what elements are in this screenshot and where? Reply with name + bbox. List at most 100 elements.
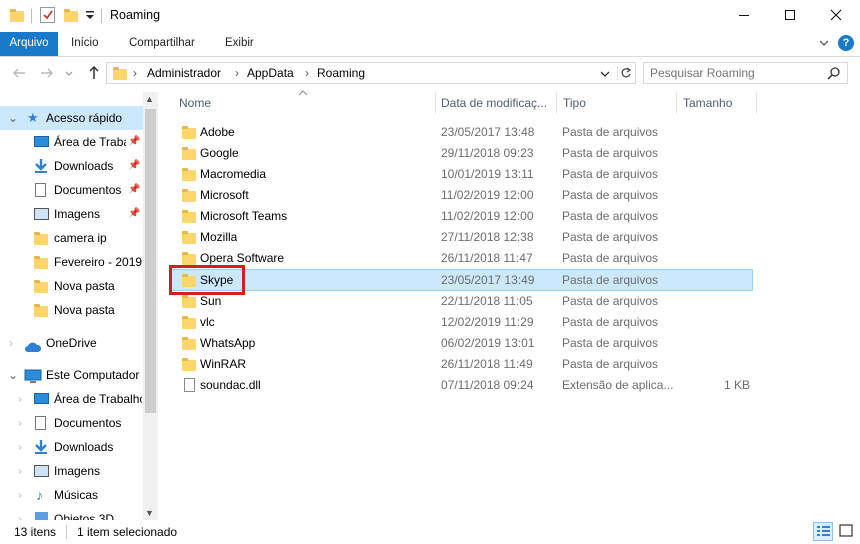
nav-pc-3d-objects[interactable]: › Objetos 3D [0,507,143,520]
file-row-opera-software[interactable]: Opera Software 26/11/2018 11:47 Pasta de… [170,248,753,269]
folder-icon [182,168,196,181]
nav-pc-desktop[interactable]: › Área de Trabalho [0,387,143,411]
music-note-icon: ♪ [36,487,43,503]
nav-item-documents[interactable]: Documentos 📌 [0,178,143,202]
close-button[interactable] [813,0,859,30]
nav-pc-documents[interactable]: › Documentos [0,411,143,435]
scrollbar-thumb[interactable] [145,109,156,413]
folder-icon [182,295,196,308]
breadcrumb-administrador[interactable]: Administrador [147,63,221,83]
folder-icon [182,126,196,139]
back-button[interactable] [10,64,28,82]
nav-item-label: Imagens [54,207,101,221]
nav-pc-music[interactable]: › ♪ Músicas [0,483,143,507]
nav-item-nova-pasta-2[interactable]: Nova pasta [0,298,143,322]
search-input[interactable] [650,65,820,81]
tab-home[interactable]: Início [62,32,108,56]
minimize-button[interactable] [721,0,767,30]
nav-item-desktop[interactable]: Área de Traba 📌 [0,130,143,154]
column-divider[interactable] [676,92,677,114]
column-divider[interactable] [435,92,436,114]
cloud-icon [24,337,42,355]
recent-locations-icon[interactable] [64,68,74,78]
collapse-chevron-icon[interactable]: ⌄ [8,363,18,387]
address-dropdown-icon[interactable] [599,68,611,80]
column-date-header[interactable]: Data de modificaç... [441,92,553,114]
pin-icon[interactable]: 📌 [128,202,140,226]
file-row-microsoft[interactable]: Microsoft 11/02/2019 12:00 Pasta de arqu… [170,185,753,206]
file-row-winrar[interactable]: WinRAR 26/11/2018 11:49 Pasta de arquivo… [170,354,753,375]
tab-share[interactable]: Compartilhar [120,32,204,56]
file-row-whatsapp[interactable]: WhatsApp 06/02/2019 13:01 Pasta de arqui… [170,333,753,354]
expand-chevron-icon[interactable]: › [18,507,22,520]
tab-file[interactable]: Arquivo [0,32,58,56]
collapse-chevron-icon[interactable]: ⌄ [8,106,18,130]
file-row-mozilla[interactable]: Mozilla 27/11/2018 12:38 Pasta de arquiv… [170,227,753,248]
refresh-icon[interactable] [617,66,632,80]
file-row-soundac-dll[interactable]: soundac.dll 07/11/2018 09:24 Extensão de… [170,375,753,396]
file-date: 07/11/2018 09:24 [441,378,534,392]
scroll-up-icon[interactable]: ▲ [145,94,154,104]
file-row-vlc[interactable]: vlc 12/02/2019 11:29 Pasta de arquivos [170,312,753,333]
column-type-header[interactable]: Tipo [563,92,673,114]
nav-pc-pictures[interactable]: › Imagens [0,459,143,483]
folder-icon [113,67,127,80]
nav-item-label: Objetos 3D [54,512,115,520]
file-row-google[interactable]: Google 29/11/2018 09:23 Pasta de arquivo… [170,143,753,164]
nav-item-fevereiro[interactable]: Fevereiro - 2019 [0,250,143,274]
file-name: vlc [200,315,215,329]
tab-view[interactable]: Exibir [216,32,263,56]
search-box[interactable] [643,62,848,84]
new-folder-icon[interactable] [64,8,78,24]
details-view-icon[interactable] [813,522,833,541]
file-row-sun[interactable]: Sun 22/11/2018 11:05 Pasta de arquivos [170,291,753,312]
expand-chevron-icon[interactable]: › [18,411,22,435]
column-divider[interactable] [756,92,757,114]
quick-access-folder-icon[interactable] [10,8,24,24]
file-row-adobe[interactable]: Adobe 23/05/2017 13:48 Pasta de arquivos [170,122,753,143]
nav-item-camera-ip[interactable]: camera ip [0,226,143,250]
file-name: Macromedia [200,167,267,181]
folder-icon [182,189,196,202]
scroll-down-icon[interactable]: ▼ [145,508,154,518]
nav-pc-downloads[interactable]: › Downloads [0,435,143,459]
expand-chevron-icon[interactable]: › [18,459,22,483]
forward-button[interactable] [38,64,56,82]
expand-chevron-icon[interactable]: › [18,435,22,459]
file-row-skype[interactable]: Skype 23/05/2017 13:49 Pasta de arquivos [170,270,753,291]
customize-toolbar-icon[interactable] [85,8,95,22]
expand-chevron-icon[interactable]: › [18,387,22,411]
breadcrumb-appdata[interactable]: AppData [247,63,294,83]
nav-onedrive[interactable]: › OneDrive [0,331,143,355]
file-type: Pasta de arquivos [562,315,659,329]
nav-item-pictures[interactable]: Imagens 📌 [0,202,143,226]
file-row-microsoft-teams[interactable]: Microsoft Teams 11/02/2019 12:00 Pasta d… [170,206,753,227]
help-icon[interactable]: ? [838,35,854,51]
pin-icon[interactable]: 📌 [128,178,140,202]
search-icon[interactable] [827,66,841,80]
maximize-button[interactable] [767,0,813,30]
expand-chevron-icon[interactable]: › [18,483,22,507]
ribbon-expand-icon[interactable] [818,37,830,49]
nav-item-downloads[interactable]: Downloads 📌 [0,154,143,178]
nav-item-nova-pasta[interactable]: Nova pasta [0,274,143,298]
nav-quick-access[interactable]: ⌄ ★ Acesso rápido [0,106,143,130]
file-type: Pasta de arquivos [562,146,659,160]
title-separator-2 [101,9,102,23]
desktop-icon [34,136,49,147]
breadcrumb-roaming[interactable]: Roaming [317,63,365,83]
pin-icon[interactable]: 📌 [128,130,140,154]
large-icons-view-icon[interactable] [837,522,857,541]
address-bar[interactable]: › Administrador › AppData › Roaming [106,62,636,84]
file-type: Pasta de arquivos [562,167,659,181]
file-date: 22/11/2018 11:05 [441,294,533,308]
expand-chevron-icon[interactable]: › [9,331,13,355]
column-size-header[interactable]: Tamanho [683,92,753,114]
column-name-header[interactable]: Nome [179,92,434,114]
up-button[interactable] [85,64,103,82]
column-divider[interactable] [556,92,557,114]
pin-icon[interactable]: 📌 [128,154,140,178]
file-row-macromedia[interactable]: Macromedia 10/01/2019 13:11 Pasta de arq… [170,164,753,185]
properties-check-icon[interactable] [40,7,55,23]
nav-this-pc[interactable]: ⌄ Este Computador [0,363,143,387]
